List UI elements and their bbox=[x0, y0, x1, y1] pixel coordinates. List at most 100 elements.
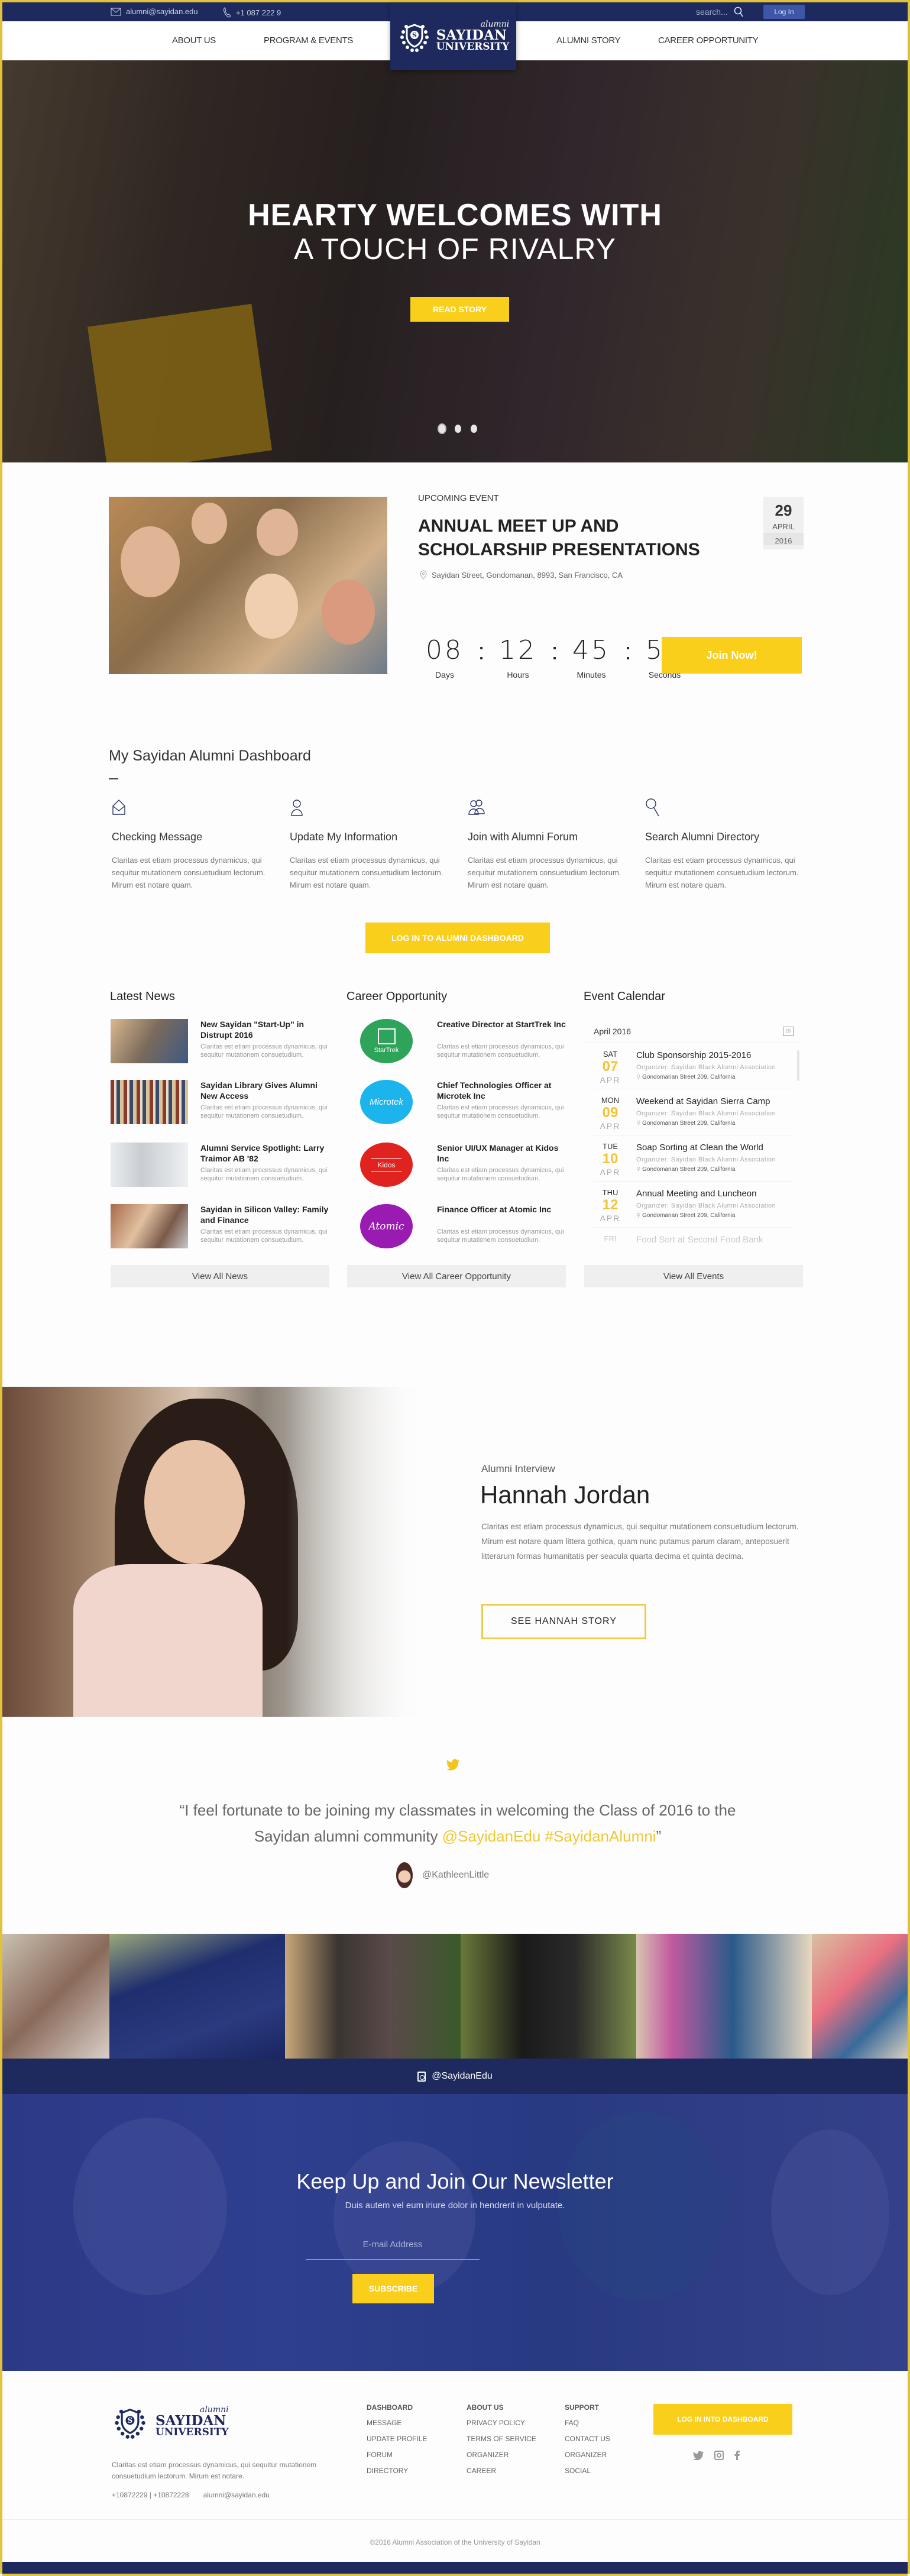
gallery-photo[interactable] bbox=[636, 1934, 812, 2059]
tweet-hashtags[interactable]: @SayidanEdu #SayidanAlumni bbox=[442, 1827, 656, 1845]
career-title[interactable]: Finance Officer at Atomic Inc bbox=[437, 1204, 567, 1215]
footer-link[interactable]: UPDATE PROFILE bbox=[367, 2435, 427, 2443]
see-story-button[interactable]: SEE HANNAH STORY bbox=[481, 1604, 646, 1639]
countdown-days: 08 Days bbox=[426, 635, 464, 679]
gallery-photo[interactable] bbox=[285, 1934, 461, 2059]
news-item[interactable]: New Sayidan "Start-Up" in Distrupt 2016 … bbox=[111, 1019, 335, 1066]
dashboard-item-text: Claritas est etiam processus dynamicus, … bbox=[468, 856, 621, 889]
view-all-events-button[interactable]: View All Events bbox=[584, 1265, 803, 1287]
footer-column-dashboard: DASHBOARD MESSAGE UPDATE PROFILE FORUM D… bbox=[367, 2403, 427, 2483]
login-dashboard-button[interactable]: LOG IN TO ALUMNI DASHBOARD bbox=[365, 923, 550, 953]
footer-logo[interactable]: S alumni SAYIDAN UNIVERSITY bbox=[112, 2403, 229, 2440]
slider-dot-2[interactable] bbox=[455, 425, 461, 433]
footer-link[interactable]: MESSAGE bbox=[367, 2419, 427, 2427]
view-all-news-button[interactable]: View All News bbox=[111, 1265, 329, 1287]
news-title[interactable]: Sayidan in Silicon Valley: Family and Fi… bbox=[200, 1204, 331, 1225]
dashboard-item-message[interactable]: Checking Message Claritas est etiam proc… bbox=[112, 798, 271, 891]
calendar-event[interactable]: SAT 07 APR Club Sponsorship 2015-2016 Organ… bbox=[594, 1043, 794, 1089]
dashboard-item-text: Claritas est etiam processus dynamicus, … bbox=[290, 856, 443, 889]
instagram-bar[interactable]: @SayidanEdu bbox=[2, 2059, 908, 2094]
news-excerpt: Claritas est etiam processus dynamicus, … bbox=[200, 1228, 328, 1244]
footer-link[interactable]: ORGANIZER bbox=[565, 2451, 610, 2459]
search-input[interactable]: search... bbox=[696, 7, 728, 17]
contact-phone[interactable]: +1 087 222 9 bbox=[223, 7, 281, 18]
view-all-careers-button[interactable]: View All Career Opportunity bbox=[347, 1265, 566, 1287]
career-title[interactable]: Creative Director at StartTrek Inc bbox=[437, 1019, 567, 1030]
news-thumbnail bbox=[111, 1019, 188, 1063]
footer-link[interactable]: FORUM bbox=[367, 2451, 427, 2459]
career-item[interactable]: Microtek Chief Technologies Officer at M… bbox=[347, 1080, 572, 1127]
career-item[interactable]: Atomic Finance Officer at Atomic Inc Cla… bbox=[347, 1204, 572, 1251]
dashboard-item-directory[interactable]: Search Alumni Directory Claritas est eti… bbox=[645, 798, 805, 891]
footer-link[interactable]: FAQ bbox=[565, 2419, 610, 2427]
search-icon[interactable] bbox=[734, 7, 743, 17]
career-item[interactable]: StarTrek Creative Director at StartTrek … bbox=[347, 1019, 572, 1066]
countdown-minutes: 45 Minutes bbox=[572, 635, 610, 679]
footer-login-button[interactable]: LOG IN INTO DASHBOARD bbox=[653, 2404, 792, 2435]
gallery-photo[interactable] bbox=[812, 1934, 908, 2059]
gallery-photo[interactable] bbox=[2, 1934, 109, 2059]
footer-link[interactable]: TERMS OF SERVICE bbox=[467, 2435, 536, 2443]
gallery-photo[interactable] bbox=[461, 1934, 636, 2059]
career-item[interactable]: Kidos Senior UI/UX Manager at Kidos Inc … bbox=[347, 1143, 572, 1190]
footer-link[interactable]: DIRECTORY bbox=[367, 2467, 427, 2475]
footer-link[interactable]: CAREER bbox=[467, 2467, 536, 2475]
calendar-event[interactable]: TUE 10 APR Soap Sorting at Clean the World… bbox=[594, 1135, 794, 1182]
twitter-icon[interactable] bbox=[693, 2451, 704, 2460]
logo-line2: UNIVERSITY bbox=[156, 2426, 229, 2438]
upcoming-event-title[interactable]: ANNUAL MEET UP AND SCHOLARSHIP PRESENTAT… bbox=[418, 514, 749, 562]
event-location-text: Sayidan Street, Gondomanan, 8993, San Fr… bbox=[432, 570, 623, 580]
read-story-button[interactable]: READ STORY bbox=[410, 297, 509, 322]
instagram-icon[interactable] bbox=[714, 2451, 724, 2460]
dashboard-item-update-info[interactable]: Update My Information Claritas est etiam… bbox=[290, 798, 449, 891]
career-title[interactable]: Chief Technologies Officer at Microtek I… bbox=[437, 1080, 567, 1101]
countdown-separator: : bbox=[624, 639, 632, 665]
news-title[interactable]: New Sayidan "Start-Up" in Distrupt 2016 bbox=[200, 1019, 331, 1040]
news-title[interactable]: Alumni Service Spotlight: Larry Traimor … bbox=[200, 1143, 331, 1164]
logo-line2: UNIVERSITY bbox=[436, 41, 510, 53]
career-title[interactable]: Senior UI/UX Manager at Kidos Inc bbox=[437, 1143, 567, 1164]
dashboard-item-forum[interactable]: Join with Alumni Forum Claritas est etia… bbox=[468, 798, 627, 891]
nav-about-us[interactable]: ABOUT US bbox=[172, 35, 216, 46]
site-logo[interactable]: S alumni SAYIDAN UNIVERSITY bbox=[390, 2, 516, 70]
footer-link[interactable]: CONTACT US bbox=[565, 2435, 610, 2443]
footer-email[interactable]: alumni@sayidan.edu bbox=[203, 2491, 270, 2499]
calendar-header: April 2016 15 bbox=[584, 1020, 803, 1043]
email-input[interactable] bbox=[306, 2230, 480, 2260]
search-box[interactable]: search... bbox=[696, 7, 743, 17]
calendar-event-address: ⚲ Gondomanan Street 209, California bbox=[636, 1074, 736, 1080]
contact-email[interactable]: alumni@sayidan.edu bbox=[111, 7, 198, 16]
logo-letter: S bbox=[412, 31, 417, 39]
instagram-icon bbox=[417, 2071, 426, 2082]
calendar-icon[interactable]: 15 bbox=[783, 1026, 794, 1036]
footer-phones[interactable]: +10872229 | +10872228 bbox=[112, 2491, 189, 2499]
calendar-scrollbar[interactable] bbox=[797, 1050, 799, 1081]
facebook-icon[interactable] bbox=[734, 2451, 740, 2460]
dashboard-item-title: Join with Alumni Forum bbox=[468, 831, 578, 843]
slider-dot-1[interactable] bbox=[439, 425, 445, 433]
subscribe-button[interactable]: SUBSCRIBE bbox=[352, 2274, 434, 2303]
login-button[interactable]: Log In bbox=[763, 5, 805, 19]
twitter-icon[interactable] bbox=[446, 1759, 459, 1771]
nav-program-events[interactable]: PROGRAM & EVENTS bbox=[264, 35, 353, 46]
logo-wordmark: alumni SAYIDAN UNIVERSITY bbox=[436, 20, 510, 52]
nav-alumni-story[interactable]: ALUMNI STORY bbox=[556, 35, 621, 46]
footer-link[interactable]: SOCIAL bbox=[565, 2467, 610, 2475]
dashboard-item-text: Claritas est etiam processus dynamicus, … bbox=[645, 856, 799, 889]
news-item[interactable]: Sayidan Library Gives Alumni New Access … bbox=[111, 1080, 335, 1127]
news-item[interactable]: Sayidan in Silicon Valley: Family and Fi… bbox=[111, 1204, 335, 1251]
news-item[interactable]: Alumni Service Spotlight: Larry Traimor … bbox=[111, 1143, 335, 1190]
footer-link[interactable]: PRIVACY POLICY bbox=[467, 2419, 536, 2427]
tweet-author[interactable]: @KathleenLittle bbox=[396, 1862, 489, 1888]
nav-career-opportunity[interactable]: CAREER OPPORTUNITY bbox=[658, 35, 759, 46]
calendar-event-title: Club Sponsorship 2015-2016 bbox=[636, 1050, 752, 1060]
gallery-photo[interactable] bbox=[109, 1934, 285, 2059]
calendar-event[interactable]: MON 09 APR Weekend at Sayidan Sierra Camp O… bbox=[594, 1089, 794, 1135]
news-title[interactable]: Sayidan Library Gives Alumni New Access bbox=[200, 1080, 331, 1101]
career-excerpt: Claritas est etiam processus dynamicus, … bbox=[437, 1104, 564, 1119]
footer-link[interactable]: ORGANIZER bbox=[467, 2451, 536, 2459]
footer-column-title: ABOUT US bbox=[467, 2403, 504, 2412]
title-underline bbox=[109, 778, 118, 779]
join-now-button[interactable]: Join Now! bbox=[662, 637, 802, 674]
slider-dot-3[interactable] bbox=[471, 425, 477, 433]
